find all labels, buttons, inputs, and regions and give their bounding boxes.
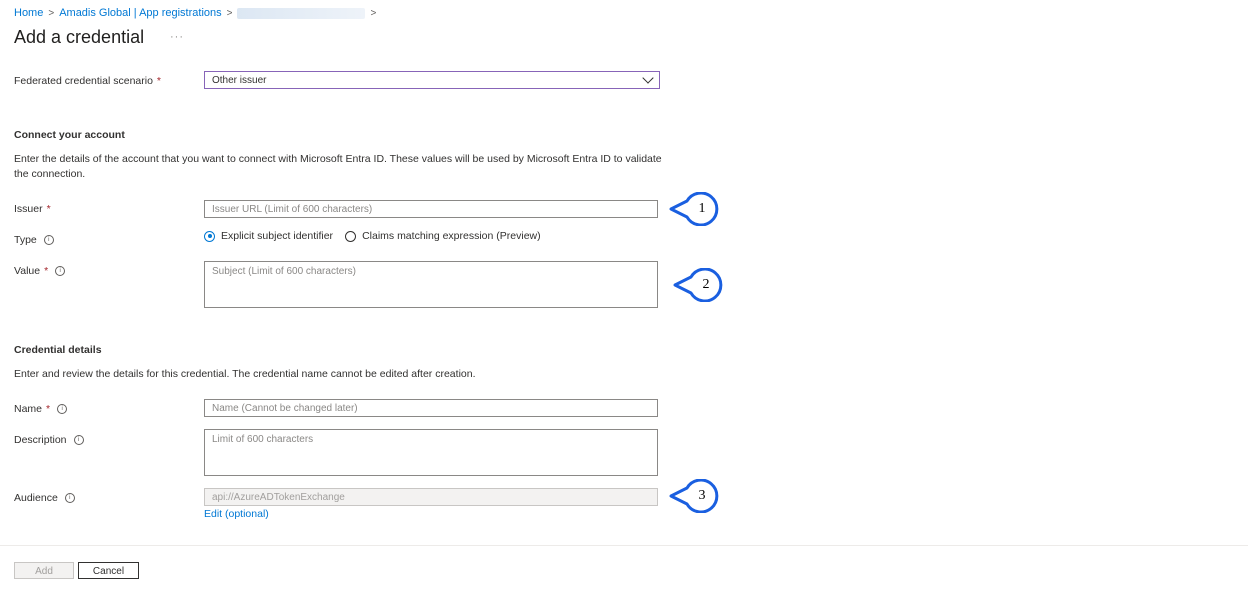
issuer-input[interactable]: Issuer URL (Limit of 600 characters) (204, 200, 658, 218)
description-label: Description i (14, 434, 84, 446)
info-icon[interactable]: i (57, 404, 68, 414)
scenario-label: Federated credential scenario * (14, 75, 161, 87)
edit-audience-link[interactable]: Edit (optional) (204, 508, 269, 520)
issuer-label-text: Issuer (14, 203, 43, 215)
issuer-label: Issuer * (14, 203, 51, 215)
audience-label-text: Audience (14, 492, 58, 504)
info-icon[interactable]: i (43, 235, 54, 245)
footer-divider (0, 545, 1248, 546)
name-placeholder: Name (Cannot be changed later) (212, 403, 358, 414)
scenario-dropdown-value: Other issuer (212, 75, 267, 86)
value-label-text: Value (14, 265, 41, 277)
required-mark: * (44, 265, 49, 277)
more-options-icon[interactable]: ··· (170, 31, 184, 43)
chevron-right-icon: > (48, 7, 55, 19)
value-placeholder: Subject (Limit of 600 characters) (212, 266, 356, 277)
chevron-right-icon: > (370, 7, 377, 19)
required-mark: * (156, 75, 162, 87)
connect-heading: Connect your account (14, 129, 125, 141)
description-textarea[interactable]: Limit of 600 characters (204, 429, 658, 476)
type-radio-group: Explicit subject identifier Claims match… (204, 230, 541, 242)
scenario-dropdown[interactable]: Other issuer (204, 71, 660, 89)
cancel-button[interactable]: Cancel (78, 562, 139, 579)
type-label: Type i (14, 234, 54, 246)
value-label: Value * i (14, 265, 66, 277)
callout-2: 2 (673, 267, 723, 303)
chevron-down-icon (642, 72, 654, 84)
required-mark: * (46, 203, 51, 215)
required-mark: * (46, 403, 51, 415)
credential-heading: Credential details (14, 344, 102, 356)
description-label-text: Description (14, 434, 67, 446)
add-button[interactable]: Add (14, 562, 74, 579)
info-icon[interactable]: i (64, 493, 75, 503)
breadcrumb-home[interactable]: Home (14, 7, 43, 19)
name-label-text: Name (14, 403, 43, 415)
audience-input: api://AzureADTokenExchange (204, 488, 658, 506)
issuer-placeholder: Issuer URL (Limit of 600 characters) (212, 204, 373, 215)
radio-claims-matching[interactable] (345, 230, 357, 242)
type-label-text: Type (14, 234, 37, 246)
audience-label: Audience i (14, 492, 75, 504)
scenario-label-text: Federated credential scenario (14, 75, 153, 87)
callout-3: 3 (669, 478, 719, 514)
radio-explicit-subject-label[interactable]: Explicit subject identifier (221, 230, 333, 242)
chevron-right-icon: > (226, 7, 233, 19)
value-textarea[interactable]: Subject (Limit of 600 characters) (204, 261, 658, 308)
name-input[interactable]: Name (Cannot be changed later) (204, 399, 658, 417)
audience-value: api://AzureADTokenExchange (212, 492, 345, 503)
callout-number: 1 (698, 201, 706, 216)
connect-description: Enter the details of the account that yo… (14, 153, 662, 180)
callout-number: 2 (702, 277, 710, 292)
name-label: Name * i (14, 403, 68, 415)
page-title: Add a credential (14, 27, 145, 47)
info-icon[interactable]: i (73, 435, 84, 445)
credential-description: Enter and review the details for this cr… (14, 368, 476, 380)
description-placeholder: Limit of 600 characters (212, 434, 314, 445)
callout-1: 1 (669, 191, 719, 227)
radio-explicit-subject[interactable] (204, 230, 215, 242)
callout-number: 3 (698, 488, 706, 503)
info-icon[interactable]: i (55, 266, 66, 276)
radio-claims-matching-label[interactable]: Claims matching expression (Preview) (362, 230, 541, 242)
breadcrumb-app-registrations[interactable]: Amadis Global | App registrations (59, 7, 221, 19)
breadcrumb-redacted-app[interactable] (237, 7, 366, 19)
breadcrumb: Home > Amadis Global | App registrations… (14, 7, 376, 19)
